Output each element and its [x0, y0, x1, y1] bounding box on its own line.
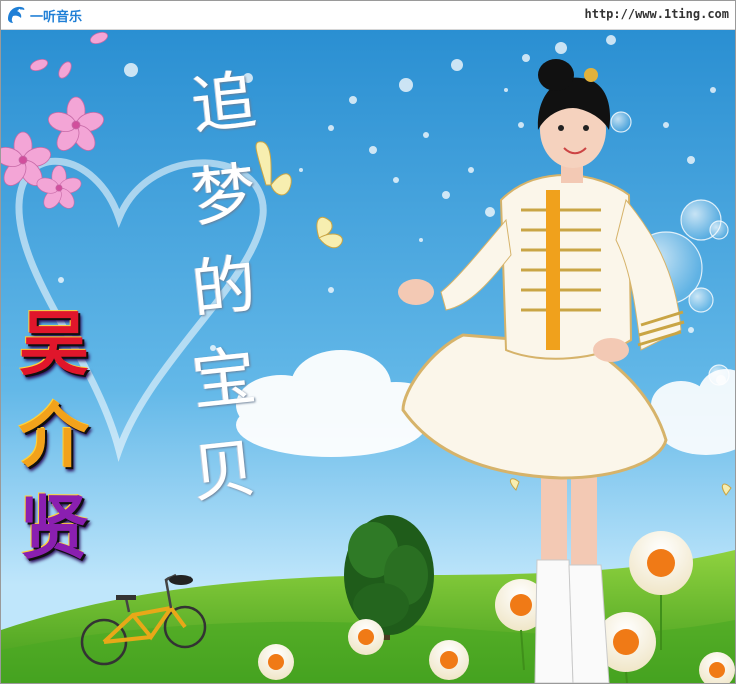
- top-bar: 一听音乐 http://www.1ting.com: [1, 1, 735, 30]
- album-title-char: 宝: [188, 339, 260, 421]
- cover-artwork: 追 梦 的 宝 贝 吴 介 贤: [1, 30, 735, 683]
- cover-illustration: [1, 30, 735, 683]
- logo-text: 一听音乐: [30, 9, 83, 25]
- album-title-char: 梦: [188, 155, 260, 237]
- site-logo[interactable]: 一听音乐: [5, 4, 82, 26]
- album-title: 追 梦 的 宝 贝: [179, 58, 269, 518]
- album-title-char: 追: [188, 63, 260, 145]
- album-cover-frame: 一听音乐 http://www.1ting.com 追 梦 的 宝 贝 吴 介 …: [0, 0, 736, 684]
- artist-name-char: 贤: [19, 486, 89, 569]
- artist-name-char: 介: [19, 394, 89, 477]
- artist-name-char: 吴: [19, 302, 89, 385]
- album-title-char: 贝: [188, 431, 260, 513]
- artist-name: 吴 介 贤: [9, 298, 99, 574]
- dolphin-logo-icon: [8, 6, 25, 24]
- site-url[interactable]: http://www.1ting.com: [585, 7, 730, 21]
- album-title-char: 的: [188, 247, 260, 329]
